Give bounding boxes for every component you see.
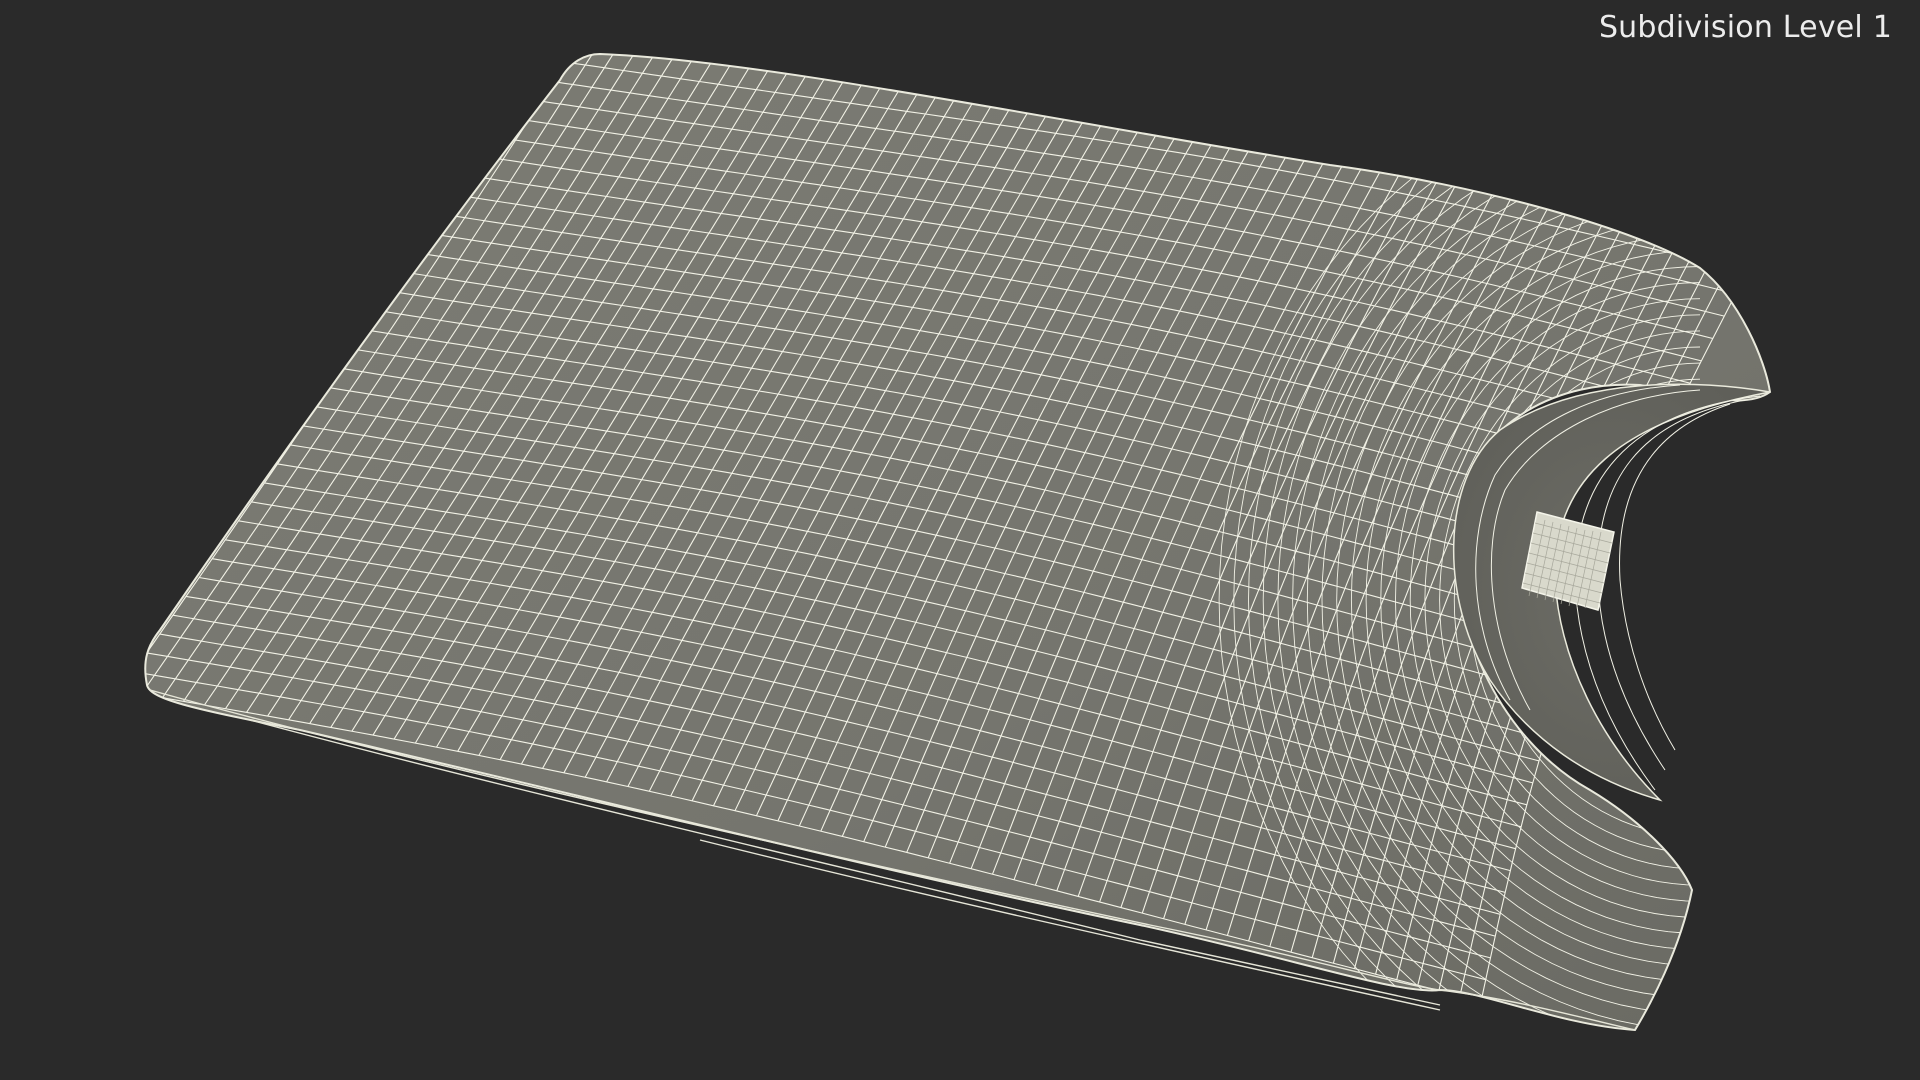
- 3d-viewport[interactable]: Subdivision Level 1: [0, 0, 1920, 1080]
- folded-tshirt-wireframe-model: [144, 53, 1771, 1031]
- subdivision-level-label: Subdivision Level 1: [1598, 10, 1892, 45]
